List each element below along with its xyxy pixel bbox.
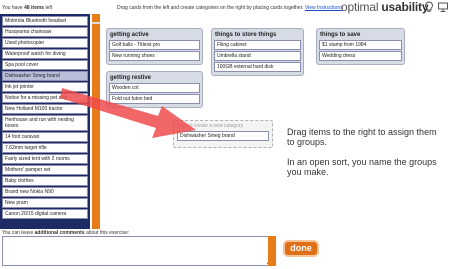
dragged-card[interactable]: Dishwasher Smeg brand (177, 131, 269, 141)
done-button[interactable]: done (283, 240, 319, 257)
card-item[interactable]: $1 stamp from 1984 (319, 40, 402, 50)
monitor-icon[interactable] (437, 1, 449, 13)
card-item[interactable]: Canon 20/15 digital camera (2, 209, 88, 219)
card-item[interactable]: New Holland M100 tractor (2, 104, 88, 114)
card-item[interactable]: Used photocopier (2, 38, 88, 48)
category-title[interactable]: things to save (320, 32, 401, 38)
lightbulb-icon[interactable] (423, 1, 435, 13)
comments-textarea[interactable] (2, 236, 276, 266)
instructions-body: Drag cards from the left and create cate… (117, 5, 305, 11)
card-item[interactable]: Spa pool cover (2, 60, 88, 70)
card-item[interactable]: Ink jet printer (2, 82, 88, 92)
card-item[interactable]: Fold out futon bed (109, 94, 200, 104)
card-item[interactable]: Fairly sized tent with 2 rooms (2, 154, 88, 164)
brand-part-1: optimal (341, 0, 382, 14)
card-list-scrollbar-thumb[interactable] (92, 24, 100, 229)
category-things-to-store-things[interactable]: things to store things Filing cabinet Um… (211, 28, 304, 76)
card-item[interactable]: New running shoes (109, 51, 200, 61)
items-left-suffix: left (44, 5, 53, 11)
card-list-panel: Motorola Bluetooth headset Husqvarna cha… (0, 14, 90, 229)
card-item[interactable]: Wedding dress (319, 51, 402, 61)
items-left-counter: You have 48 items left (2, 5, 52, 11)
card-list: Motorola Bluetooth headset Husqvarna cha… (2, 16, 88, 220)
scroll-up-arrow-icon[interactable] (92, 14, 100, 22)
card-item[interactable]: New pram (2, 198, 88, 208)
new-category-drop-zone[interactable]: drop to create a new category Dishwasher… (173, 120, 273, 148)
card-item[interactable]: Waterproof watch for diving (2, 49, 88, 59)
drop-zone-label: drop to create a new category (177, 123, 244, 129)
category-getting-restive[interactable]: getting restive Wooden cot Fold out futo… (106, 71, 203, 108)
header-bar: You have 48 items left Drag cards from t… (0, 0, 450, 14)
card-item[interactable]: Henhouse and run with nesting boxes (2, 115, 88, 131)
card-item[interactable]: 100GB external hard disk (214, 62, 301, 72)
comments-scrollbar[interactable] (268, 236, 276, 266)
category-title[interactable]: getting active (110, 32, 199, 38)
card-item[interactable]: Umbrella stand (214, 51, 301, 61)
brand-part-2: usability (381, 0, 429, 14)
card-item[interactable]: 14 foot caravan (2, 132, 88, 142)
card-item[interactable]: Filing cabinet (214, 40, 301, 50)
items-left-prefix: You have (2, 5, 25, 11)
card-item-selected[interactable]: Dishwasher Smeg brand (2, 71, 88, 81)
card-item[interactable]: Golf balls - Titleist pro (109, 40, 200, 50)
category-title[interactable]: getting restive (110, 75, 199, 81)
hint-open-sort: In an open sort, you name the groups you… (287, 157, 437, 177)
category-things-to-save[interactable]: things to save $1 stamp from 1984 Weddin… (316, 28, 405, 65)
brand-logo: optimal usability (341, 0, 429, 14)
card-item[interactable]: Brand new Nokia N90 (2, 187, 88, 197)
category-getting-active[interactable]: getting active Golf balls - Titleist pro… (106, 28, 203, 65)
card-item[interactable]: Mothers' pamper set (2, 165, 88, 175)
category-title[interactable]: things to store things (215, 32, 300, 38)
items-left-count: 48 items (24, 5, 45, 11)
card-item[interactable]: Baby clothes (2, 176, 88, 186)
card-item[interactable]: Motorola Bluetooth headset (2, 16, 88, 26)
card-item[interactable]: 7.62mm target rifle (2, 143, 88, 153)
card-item[interactable]: Husqvarna chainsaw (2, 27, 88, 37)
card-item[interactable]: Wooden cot (109, 83, 200, 93)
instructions-text: Drag cards from the left and create cate… (117, 5, 343, 11)
view-instructions-link[interactable]: View Instructions (305, 5, 343, 11)
card-item[interactable]: Notice for a missing pet dog (2, 93, 88, 103)
hint-drag-items: Drag items to the right to assign them t… (287, 127, 437, 147)
